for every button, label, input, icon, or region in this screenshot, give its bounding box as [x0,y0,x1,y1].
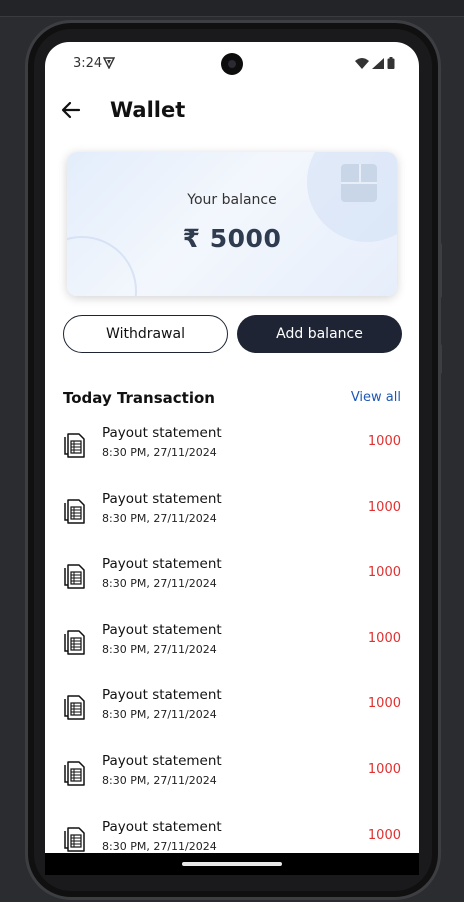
transaction-amount: 1000 [367,630,401,646]
status-time: 3:24 [73,56,103,71]
transaction-amount: 1000 [367,565,401,581]
section-title: Today Transaction [63,389,215,407]
transaction-row[interactable]: Payout statement 8:30 PM, 27/11/2024 100… [45,687,419,753]
transaction-time: 8:30 PM, 27/11/2024 [102,642,217,656]
page-title: Wallet [110,98,186,122]
document-icon [64,564,85,589]
transaction-row[interactable]: Payout statement 8:30 PM, 27/11/2024 100… [45,425,419,491]
app-screen: 3:24 Wallet Your balance ₹ 5000 Withdraw… [45,42,419,874]
transaction-time: 8:30 PM, 27/11/2024 [102,577,217,591]
battery-icon [387,57,395,69]
transaction-row[interactable]: Payout statement 8:30 PM, 27/11/2024 100… [45,491,419,557]
transaction-name: Payout statement [102,556,222,573]
document-icon [64,761,85,786]
transaction-amount: 1000 [367,434,401,449]
transaction-name: Payout statement [102,621,222,638]
transaction-time: 8:30 PM, 27/11/2024 [102,511,217,525]
transaction-list: Payout statement 8:30 PM, 27/11/2024 100… [45,425,419,874]
transaction-amount: 1000 [367,696,401,712]
power-button [438,344,442,374]
transaction-row[interactable]: Payout statement 8:30 PM, 27/11/2024 100… [45,622,419,688]
wifi-icon [355,57,369,69]
status-bar: 3:24 [45,42,419,88]
withdrawal-button[interactable]: Withdrawal [63,315,228,353]
transaction-time: 8:30 PM, 27/11/2024 [102,708,217,722]
transaction-name: Payout statement [102,818,222,835]
transaction-name: Payout statement [102,687,222,704]
volume-button [438,243,442,298]
transaction-time: 8:30 PM, 27/11/2024 [102,773,217,787]
system-icons [355,57,395,69]
balance-label: Your balance [187,192,277,208]
app-header: Wallet [45,90,419,134]
vpn-icon [103,57,115,69]
balance-card: Your balance ₹ 5000 [67,152,397,296]
transaction-row[interactable]: Payout statement 8:30 PM, 27/11/2024 100… [45,556,419,622]
transaction-amount: 1000 [367,827,401,843]
transaction-amount: 1000 [367,761,401,777]
transaction-name: Payout statement [102,425,222,441]
transaction-amount: 1000 [367,499,401,515]
home-gesture-handle[interactable] [182,862,282,866]
signal-icon [372,57,384,69]
view-all-link[interactable]: View all [351,390,401,405]
document-icon [64,826,85,852]
balance-amount: ₹ 5000 [182,224,282,253]
top-strip [0,0,464,17]
back-arrow-icon[interactable] [59,98,83,122]
transaction-row[interactable]: Payout statement 8:30 PM, 27/11/2024 100… [45,753,419,819]
document-icon [64,695,85,721]
transaction-time: 8:30 PM, 27/11/2024 [102,446,217,459]
transaction-name: Payout statement [102,490,222,507]
document-icon [64,630,85,655]
document-icon [64,498,85,524]
add-balance-button[interactable]: Add balance [237,315,402,353]
transaction-time: 8:30 PM, 27/11/2024 [102,839,217,853]
navigation-bar [45,853,419,875]
transaction-name: Payout statement [102,752,222,769]
front-camera [221,53,243,75]
document-icon [64,433,85,458]
